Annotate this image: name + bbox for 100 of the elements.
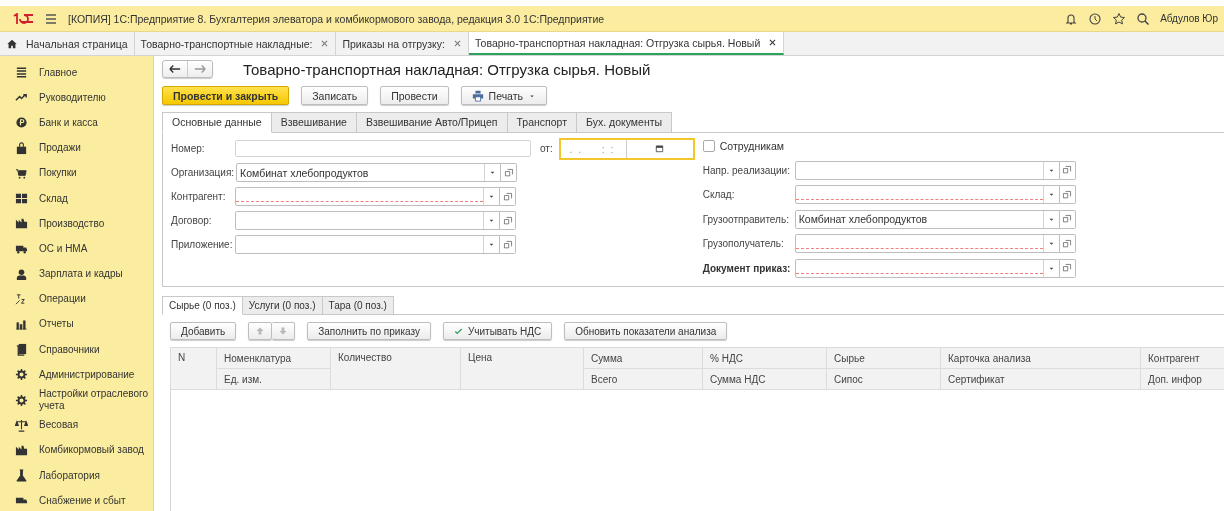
table-tab[interactable]: Сырье (0 поз.) <box>162 296 243 315</box>
field-label: Склад: <box>702 189 736 200</box>
field-label: Напр. реализации: <box>702 164 791 176</box>
history-icon[interactable] <box>1088 11 1103 26</box>
column-header: Сырье <box>826 347 941 369</box>
sidebar-item[interactable]: Продажи <box>0 135 153 161</box>
select-field[interactable] <box>235 235 500 254</box>
select-field[interactable] <box>794 258 1060 278</box>
open-window-icon <box>1062 263 1073 273</box>
select-field[interactable] <box>235 187 500 206</box>
table-tab[interactable]: Услуги (0 поз.) <box>242 296 323 315</box>
search-icon[interactable] <box>1136 11 1151 26</box>
column-header: Номенклатура <box>216 347 331 369</box>
open-window-icon <box>502 191 513 202</box>
select-field[interactable] <box>794 234 1060 253</box>
form-tab[interactable]: Бух. документы <box>577 112 673 133</box>
open-window-icon <box>1062 238 1073 249</box>
select-field[interactable] <box>235 211 500 230</box>
select-field[interactable]: Комбинат хлебопродуктов <box>794 209 1060 229</box>
form-tab[interactable]: Основные данные <box>162 112 272 133</box>
open-window-icon <box>502 239 513 250</box>
printer-icon <box>471 89 484 102</box>
arrow-left-icon <box>169 63 181 75</box>
table-tab[interactable]: Тара (0 поз.) <box>322 296 394 315</box>
vat-toggle-button[interactable]: Учитывать НДС <box>442 322 553 340</box>
open-window-icon <box>502 215 513 226</box>
field-label: Контрагент: <box>171 191 227 202</box>
sidebar-item[interactable]: Снабжение и сбыт <box>0 488 153 511</box>
document-title: Товарно-транспортная накладная: Отгрузка сырья. Новый <box>243 60 651 78</box>
toolbar-button[interactable]: Провести <box>380 86 449 105</box>
toolbar-button[interactable]: Заполнить по приказу <box>307 322 431 340</box>
sidebar-item[interactable]: Операции <box>0 286 153 312</box>
close-icon[interactable] <box>768 38 778 47</box>
sidebar-item[interactable]: Зарплата и кадры <box>0 261 153 287</box>
sidebar-item[interactable]: Отчеты <box>0 311 153 338</box>
sidebar-item[interactable]: Лаборатория <box>0 463 153 489</box>
form-tab[interactable]: Взвешивание Авто/Прицеп <box>356 112 508 133</box>
field-label: Номер: <box>171 143 206 154</box>
field-label: Организация: <box>171 167 236 178</box>
open-button[interactable] <box>500 211 516 230</box>
toolbar-button[interactable]: Обновить показатели анализа <box>564 322 728 340</box>
sidebar-item[interactable]: ОС и НМА <box>0 236 153 262</box>
toolbar-button[interactable]: Записать <box>301 86 369 105</box>
checkbox-label[interactable]: Сотрудникам <box>719 140 784 152</box>
checkbox[interactable] <box>702 140 715 152</box>
check-icon <box>453 326 463 336</box>
arrow-down-icon <box>278 326 289 336</box>
field-label: Грузополучатель: <box>702 238 785 249</box>
sidebar-item[interactable]: Банк и касса <box>0 110 153 136</box>
sidebar-item[interactable]: Руководителю <box>0 85 153 111</box>
sidebar-item[interactable]: Главное <box>0 60 153 86</box>
open-window-icon <box>1062 189 1073 200</box>
select-field[interactable] <box>794 160 1060 180</box>
field-label: Договор: <box>171 215 213 226</box>
user-name[interactable]: Абдулов Юр <box>1160 13 1218 24</box>
column-header: Сумма <box>583 347 703 369</box>
sidebar-item[interactable]: Покупки <box>0 160 153 186</box>
open-button[interactable] <box>500 235 516 254</box>
sidebar-item[interactable]: Администрирование <box>0 362 153 388</box>
home-icon <box>6 37 18 50</box>
sidebar-item[interactable]: Склад <box>0 185 153 212</box>
field-label: Грузоотправитель: <box>702 213 790 225</box>
bell-icon[interactable] <box>1064 11 1079 26</box>
sidebar-item[interactable]: Комбикормовый завод <box>0 437 153 463</box>
print-button[interactable]: Печать <box>460 86 547 105</box>
column-header: % НДС <box>702 347 827 369</box>
field-label: Приложение: <box>171 239 234 250</box>
column-header: Цена <box>460 347 584 390</box>
sidebar-item[interactable]: Производство <box>0 211 153 237</box>
number-field[interactable] <box>235 140 531 157</box>
open-window-icon <box>1062 165 1073 175</box>
open-button[interactable] <box>500 187 516 206</box>
menu-icon[interactable] <box>44 11 58 26</box>
column-header: Количество <box>330 347 461 390</box>
post-and-close-button[interactable]: Провести и закрыть <box>162 86 290 105</box>
column-header: Сертификат <box>940 368 1141 390</box>
document-tab[interactable]: Начальная страница <box>0 32 135 55</box>
window-title: [КОПИЯ] 1С:Предприятие 8. Бухгалтерия элеватора и комбикормового завода, редакция 3.0 1С:Предприятие <box>68 12 606 25</box>
toolbar-button[interactable]: Добавить <box>170 322 237 340</box>
select-field[interactable]: Комбинат хлебопродуктов <box>236 163 502 182</box>
column-header: Контрагент <box>1140 347 1224 369</box>
calendar-icon <box>655 144 665 153</box>
form-tab[interactable]: Взвешивание <box>271 112 357 133</box>
document-tab[interactable]: Товарно-транспортная накладная: Отгрузка сырья. Новый <box>469 32 785 55</box>
arrow-right-icon <box>194 63 206 75</box>
field-label: от: <box>540 143 554 154</box>
arrow-up-icon <box>255 326 266 336</box>
select-field[interactable] <box>794 185 1060 204</box>
logo-icon <box>12 12 34 25</box>
star-icon[interactable] <box>1112 11 1127 26</box>
sidebar-item[interactable]: Справочники <box>0 337 153 363</box>
document-tab[interactable]: Товарно-транспортные накладные: <box>134 32 337 55</box>
field-label: Документ приказ: <box>702 262 792 274</box>
open-window-icon <box>503 167 514 178</box>
sidebar-item[interactable]: Настройки отраслевого учета <box>0 387 153 413</box>
open-button[interactable] <box>501 163 518 182</box>
column-header: Карточка анализа <box>940 347 1141 369</box>
form-tab[interactable]: Транспорт <box>507 112 577 133</box>
column-header: N <box>170 347 217 390</box>
sidebar-item[interactable]: Весовая <box>0 412 153 438</box>
